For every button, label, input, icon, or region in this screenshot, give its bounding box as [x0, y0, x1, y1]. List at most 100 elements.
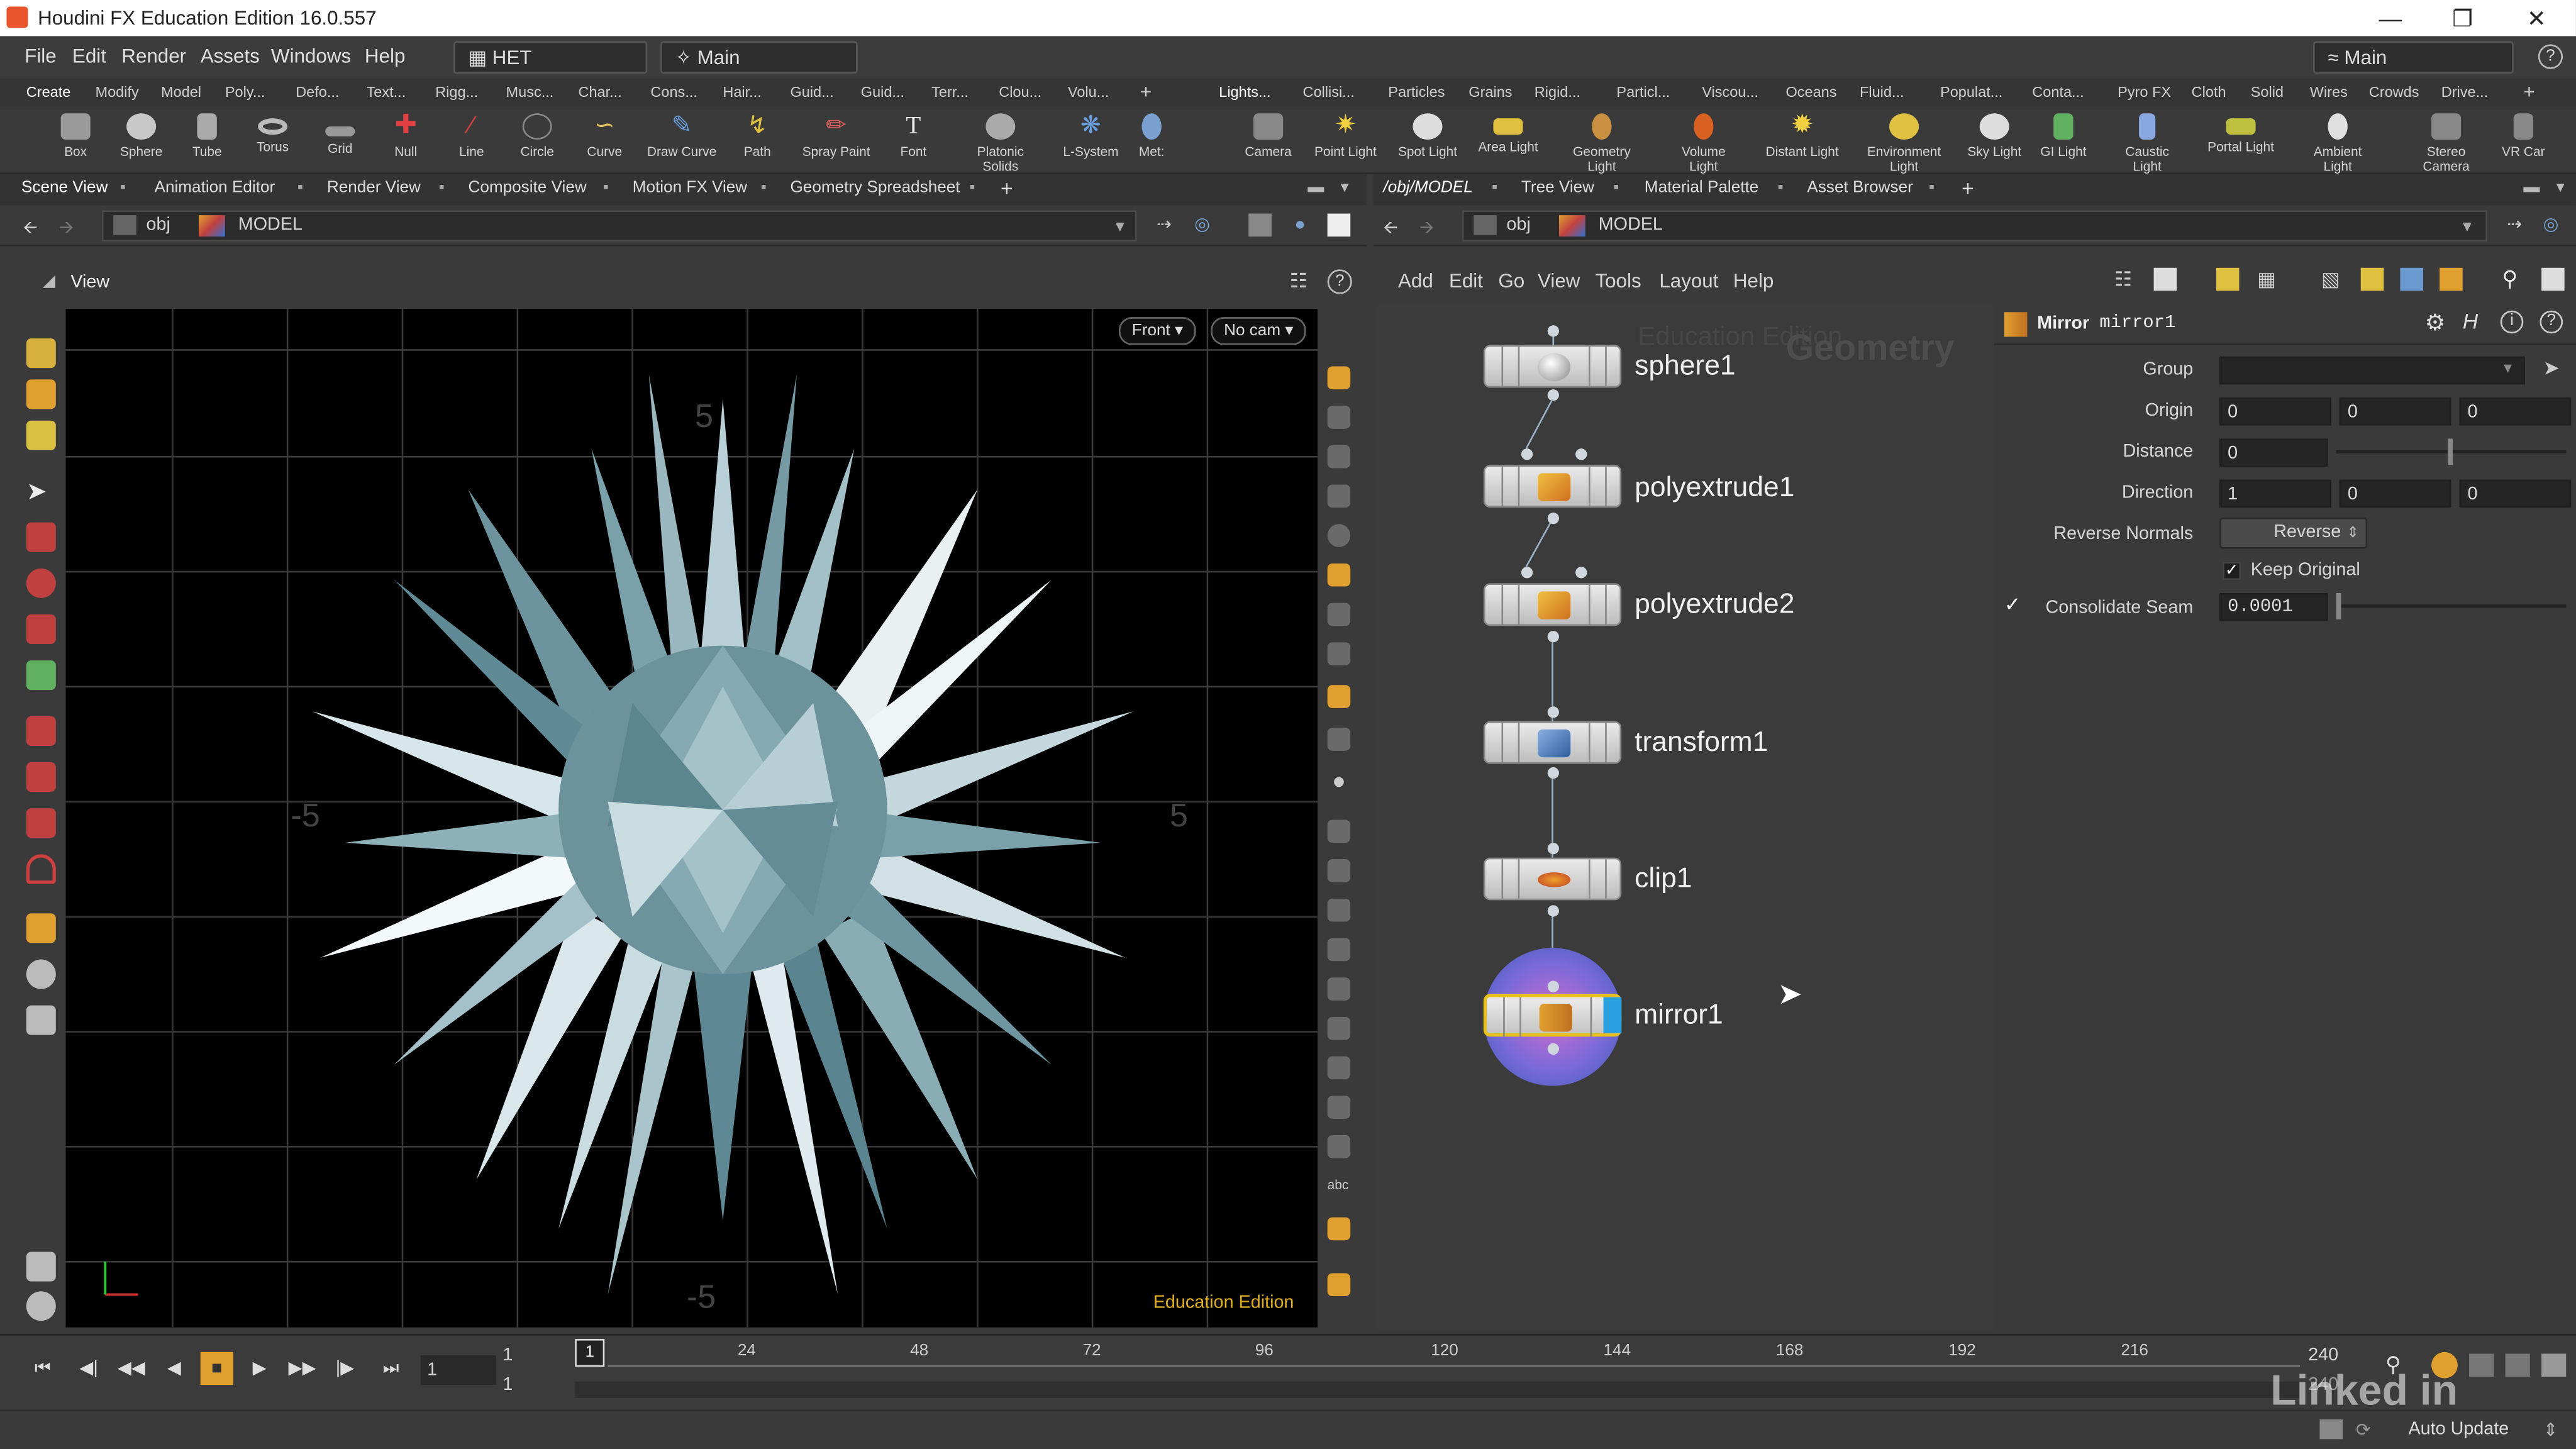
- display-tool-icon[interactable]: [1327, 1056, 1351, 1080]
- net-menu-view[interactable]: View: [1538, 269, 1580, 292]
- toolbar-settings-icon[interactable]: ☷: [1290, 269, 1307, 292]
- net-menu-go[interactable]: Go: [1498, 269, 1524, 292]
- network-path-root[interactable]: obj: [1506, 215, 1530, 235]
- search-icon[interactable]: ⚲: [2502, 266, 2518, 292]
- display-tool-icon[interactable]: [1327, 859, 1351, 882]
- grid-view-icon[interactable]: [2216, 267, 2240, 291]
- origin-z-field[interactable]: 0: [2459, 397, 2572, 426]
- image-icon[interactable]: [2400, 267, 2423, 291]
- geometry-mode-icon[interactable]: [26, 420, 56, 450]
- display-tool-icon[interactable]: [1327, 898, 1351, 922]
- tab-close-icon[interactable]: ▪: [120, 179, 126, 197]
- add-shelf-tab-icon[interactable]: +: [1140, 80, 1152, 104]
- shelf-tab[interactable]: Model: [161, 84, 201, 100]
- shelf-tab[interactable]: Hair...: [723, 84, 761, 100]
- shelf-tool-sphere[interactable]: Sphere: [104, 113, 179, 159]
- folder-icon[interactable]: [2440, 267, 2463, 291]
- pane-menu-icon[interactable]: ▬: [2523, 179, 2540, 197]
- jump-end-icon[interactable]: ⏭: [375, 1352, 408, 1385]
- shelf-tab[interactable]: Musc...: [506, 84, 554, 100]
- tab-animation-editor[interactable]: Animation Editor: [155, 179, 275, 197]
- shelf-tool-torus[interactable]: Torus: [235, 113, 311, 155]
- node-mirror1[interactable]: [1483, 994, 1622, 1037]
- rotate-icon[interactable]: [26, 568, 56, 598]
- start-frame-field[interactable]: 1: [502, 1345, 513, 1365]
- display-flag[interactable]: [1603, 997, 1622, 1034]
- shelf-tool-vr-camera[interactable]: VR Car: [2490, 113, 2556, 159]
- display-tool-icon[interactable]: [1327, 484, 1351, 508]
- shelf-tool-platonic-solids[interactable]: Platonic Solids: [963, 113, 1038, 174]
- path-dropdown-icon[interactable]: ▾: [2463, 215, 2472, 236]
- play-reverse-icon[interactable]: ◀: [158, 1352, 191, 1385]
- camera-menu[interactable]: No cam ▾: [1211, 317, 1307, 345]
- shelf-tool-lsystem[interactable]: ❋ L-System: [1053, 113, 1128, 159]
- direction-x-field[interactable]: 1: [2219, 479, 2331, 508]
- auto-update-dropdown-icon[interactable]: ⇕: [2543, 1419, 2558, 1441]
- jump-start-icon[interactable]: ⏮: [26, 1352, 59, 1385]
- pane-dropdown-icon[interactable]: ▾: [2557, 179, 2565, 197]
- display-tool-icon[interactable]: [1327, 938, 1351, 962]
- add-tab-icon[interactable]: +: [1962, 176, 1974, 201]
- step-back-icon[interactable]: ◀◀: [115, 1352, 148, 1385]
- pin-icon[interactable]: ⇢: [1157, 214, 1172, 235]
- shelf-tab[interactable]: Particles: [1388, 84, 1445, 100]
- link-icon[interactable]: ◎: [1194, 214, 1210, 235]
- info-icon[interactable]: i: [2500, 310, 2524, 334]
- shelf-tool-metaball[interactable]: Met:: [1124, 113, 1180, 159]
- scale-icon[interactable]: [26, 614, 56, 644]
- group-select-arrow-icon[interactable]: ➤: [2543, 357, 2560, 380]
- tab-composite-view[interactable]: Composite View: [468, 179, 586, 197]
- shelf-tool-portal-light[interactable]: Portal Light: [2203, 113, 2279, 155]
- shelf-tool-box[interactable]: Box: [38, 113, 113, 159]
- select-arrow-icon[interactable]: ➤: [26, 477, 56, 506]
- path-field[interactable]: obj MODEL ▾: [101, 210, 1137, 242]
- input-port[interactable]: [1547, 980, 1559, 992]
- tab-network-view[interactable]: /obj/MODEL: [1383, 179, 1472, 197]
- input-port[interactable]: [1521, 448, 1533, 460]
- help-icon[interactable]: ?: [2538, 44, 2563, 69]
- display-tool-icon[interactable]: [1327, 642, 1351, 665]
- play-icon[interactable]: ▶: [243, 1352, 276, 1385]
- render-icon[interactable]: ●: [1294, 215, 1305, 235]
- shelf-tab[interactable]: Guid...: [861, 84, 904, 100]
- net-menu-add[interactable]: Add: [1398, 269, 1433, 292]
- menu-render[interactable]: Render: [121, 45, 186, 68]
- display-tool-icon[interactable]: [1327, 563, 1351, 587]
- playbar-settings-icon[interactable]: [2541, 1353, 2567, 1377]
- tab-close-icon[interactable]: ▪: [1777, 179, 1783, 197]
- shelf-tool-draw-curve[interactable]: ✎ Draw Curve: [644, 113, 719, 159]
- consolidate-seam-slider-track[interactable]: [2336, 604, 2567, 608]
- link-icon[interactable]: ◎: [2543, 214, 2559, 235]
- shelf-tool-gi-light[interactable]: GI Light: [2026, 113, 2101, 159]
- tab-close-icon[interactable]: ▪: [1492, 179, 1497, 197]
- network-path-field[interactable]: obj MODEL ▾: [1462, 210, 2487, 242]
- shelf-tab[interactable]: Conta...: [2032, 84, 2084, 100]
- net-menu-edit[interactable]: Edit: [1449, 269, 1483, 292]
- right-desktop-select[interactable]: ≈ Main: [2312, 41, 2514, 74]
- shelf-tool-tube[interactable]: Tube: [169, 113, 245, 159]
- shelf-tool-grid[interactable]: Grid: [303, 113, 378, 156]
- grid-toggle-icon[interactable]: ▦: [2257, 268, 2276, 291]
- forward-arrow-icon[interactable]: 🡪: [59, 214, 74, 245]
- display-tool-icon[interactable]: [1327, 1217, 1351, 1241]
- network-path-current[interactable]: MODEL: [1599, 215, 1663, 235]
- refresh-icon[interactable]: ⟳: [2356, 1419, 2371, 1441]
- back-arrow-icon[interactable]: 🡨: [23, 214, 38, 245]
- shelf-tool-line[interactable]: ∕ Line: [434, 113, 509, 159]
- display-options-icon[interactable]: [26, 1291, 56, 1321]
- end-frame-field[interactable]: 240: [2308, 1345, 2338, 1365]
- shelf-tab[interactable]: Rigg...: [435, 84, 478, 100]
- snapshot-icon[interactable]: [1327, 213, 1351, 237]
- shelf-tool-spot-light[interactable]: Spot Light: [1390, 113, 1465, 159]
- select-mode-icon[interactable]: [26, 338, 56, 369]
- camera-tool-icon[interactable]: [26, 1005, 56, 1035]
- shelf-tool-path[interactable]: ↯ Path: [719, 113, 795, 159]
- close-icon[interactable]: ✕: [2499, 0, 2574, 36]
- distance-field[interactable]: 0: [2219, 438, 2328, 467]
- group-dropdown-icon[interactable]: ▾: [2504, 360, 2512, 378]
- shelf-tab[interactable]: Defo...: [296, 84, 339, 100]
- magnet-icon[interactable]: [26, 854, 56, 884]
- shelf-tool-area-light[interactable]: Area Light: [1470, 113, 1546, 155]
- shelf-tab[interactable]: Drive...: [2441, 84, 2488, 100]
- tab-close-icon[interactable]: ▪: [1929, 179, 1935, 197]
